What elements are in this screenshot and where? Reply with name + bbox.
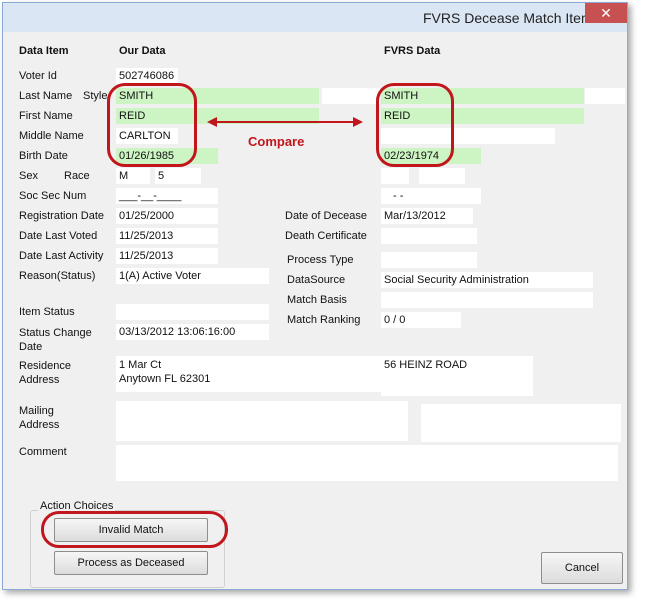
fvrs-match-basis-field bbox=[381, 292, 593, 308]
our-item-status-field bbox=[116, 304, 269, 320]
header-fvrs-data: FVRS Data bbox=[384, 45, 441, 57]
label-process-type: Process Type bbox=[287, 254, 354, 266]
label-residence-address: Residence Address bbox=[19, 360, 71, 386]
label-sex: Sex bbox=[19, 170, 38, 182]
window-title: FVRS Decease Match Item bbox=[423, 10, 593, 26]
fvrs-race-field bbox=[419, 168, 465, 184]
our-voter-id-field: 502746086 bbox=[116, 68, 178, 84]
process-as-deceased-button[interactable]: Process as Deceased bbox=[54, 551, 208, 575]
label-birth-date: Birth Date bbox=[19, 150, 68, 162]
compare-annotation: Compare bbox=[248, 134, 305, 149]
title-bar: FVRS Decease Match Item ✕ bbox=[3, 3, 627, 32]
fvrs-death-certificate-field bbox=[381, 228, 477, 244]
our-ssn-field: ___-__-____ bbox=[116, 188, 218, 204]
header-data-item: Data Item bbox=[19, 45, 69, 57]
our-residence-address-field: 1 Mar Ct Anytown FL 62301 bbox=[116, 356, 381, 392]
label-first-name: First Name bbox=[19, 110, 73, 122]
label-race: Race bbox=[64, 170, 90, 182]
label-date-last-voted: Date Last Voted bbox=[19, 230, 98, 242]
compare-ring-fvrs bbox=[376, 83, 454, 167]
label-middle-name: Middle Name bbox=[19, 130, 84, 142]
our-race-field: 5 bbox=[155, 168, 201, 184]
cancel-button[interactable]: Cancel bbox=[541, 552, 623, 584]
label-mailing-address: Mailing Address bbox=[19, 405, 60, 431]
label-date-of-decease: Date of Decease bbox=[285, 210, 367, 222]
close-icon[interactable]: ✕ bbox=[585, 3, 627, 23]
our-date-last-activity-field: 11/25/2013 bbox=[116, 248, 218, 264]
fvrs-date-of-decease-field: Mar/13/2012 bbox=[381, 208, 473, 224]
compare-ring-our bbox=[107, 83, 197, 167]
label-last-name: Last Name bbox=[19, 90, 73, 102]
label-data-source: DataSource bbox=[287, 274, 346, 286]
label-death-certificate: Death Certificate bbox=[285, 230, 367, 242]
fvrs-data-source-field: Social Security Administration bbox=[381, 272, 593, 288]
label-ssn: Soc Sec Num bbox=[19, 190, 87, 202]
label-style: Style bbox=[83, 90, 108, 102]
comment-field[interactable] bbox=[116, 445, 618, 481]
label-voter-id: Voter Id bbox=[19, 70, 57, 82]
fvrs-match-ranking-field: 0 / 0 bbox=[381, 312, 461, 328]
label-match-ranking: Match Ranking bbox=[287, 314, 361, 326]
label-match-basis: Match Basis bbox=[287, 294, 347, 306]
fvrs-residence-address-field: 56 HEINZ ROAD bbox=[381, 356, 533, 396]
fvrs-ssn-field: - - bbox=[381, 188, 481, 204]
our-residence-line2: Anytown FL 62301 bbox=[119, 373, 211, 385]
compare-arrow-icon bbox=[207, 117, 363, 127]
invalid-match-ring bbox=[41, 511, 228, 548]
label-comment: Comment bbox=[19, 446, 67, 458]
our-sex-field: M bbox=[116, 168, 150, 184]
label-date-last-activity: Date Last Activity bbox=[19, 250, 104, 262]
match-item-window: FVRS Decease Match Item ✕ Data Item Our … bbox=[2, 2, 628, 590]
our-date-last-voted-field: 11/25/2013 bbox=[116, 228, 218, 244]
our-style-field bbox=[322, 88, 380, 104]
fvrs-sex-field bbox=[381, 168, 409, 184]
label-registration-date: Registration Date bbox=[19, 210, 104, 222]
fvrs-process-type-field bbox=[381, 252, 477, 268]
our-mailing-address-field bbox=[116, 401, 408, 441]
our-reason-status-field: 1(A) Active Voter bbox=[116, 268, 269, 284]
our-residence-line1: 1 Mar Ct bbox=[119, 359, 162, 371]
label-item-status: Item Status bbox=[19, 306, 75, 318]
fvrs-style-field bbox=[585, 88, 625, 104]
our-registration-date-field: 01/25/2000 bbox=[116, 208, 218, 224]
fvrs-mailing-address-field bbox=[421, 404, 621, 442]
label-reason-status: Reason(Status) bbox=[19, 270, 96, 282]
header-our-data: Our Data bbox=[119, 45, 166, 57]
label-status-change-date: Status Change Date bbox=[19, 327, 92, 353]
our-status-change-date-field: 03/13/2012 13:06:16:00 bbox=[116, 324, 269, 340]
